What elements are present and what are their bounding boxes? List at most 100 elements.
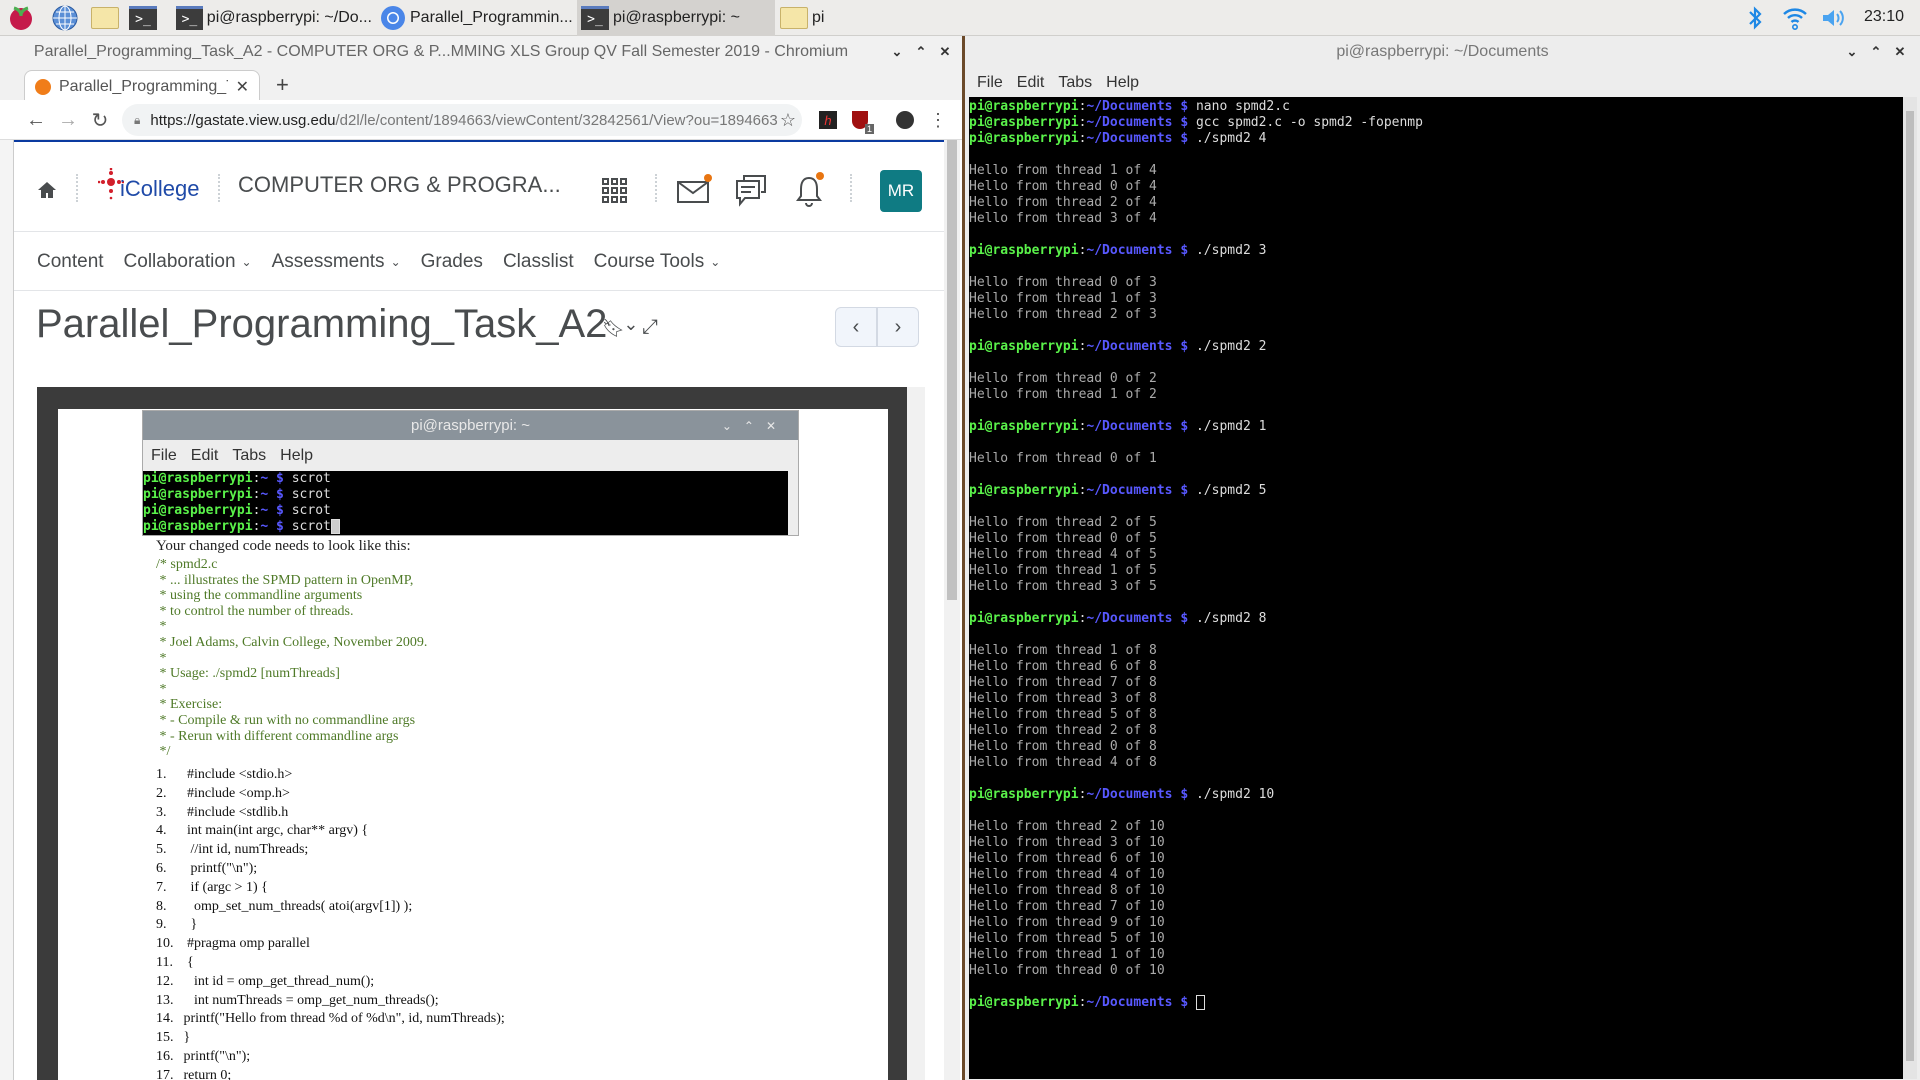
prompt-path: ~/Documents <box>1086 611 1173 626</box>
command-text: nano spmd2.c <box>1195 99 1290 114</box>
code-line: 4. int main(int argc, char** argv) { <box>156 823 368 839</box>
app-grid-icon[interactable] <box>600 176 630 206</box>
nav-assessments[interactable]: Assessments ⌄ <box>272 251 401 273</box>
command-text: scrot <box>291 471 331 486</box>
clock[interactable]: 23:10 <box>1864 8 1904 26</box>
line-number: 5. <box>156 842 167 858</box>
terminal-minimize-button[interactable]: ⌄ <box>1841 36 1863 68</box>
file-manager-launcher-icon[interactable] <box>90 3 120 33</box>
nav-grades[interactable]: Grades <box>421 251 483 273</box>
output-text: Hello from thread 3 of 8 <box>969 691 1157 706</box>
code-text: return 0; <box>180 1067 232 1080</box>
wifi-icon[interactable] <box>1780 3 1810 33</box>
terminal-scrollbar[interactable] <box>1903 97 1917 1079</box>
prompt-path: ~/Documents <box>1086 483 1173 498</box>
volume-icon[interactable] <box>1818 3 1848 33</box>
nav-content[interactable]: Content <box>37 251 104 273</box>
code-text: { <box>180 955 194 970</box>
terminal-output[interactable]: pi@raspberrypi:~/Documents $ nano spmd2.… <box>969 97 1903 1079</box>
prompt-user: pi@raspberrypi <box>969 787 1079 802</box>
output-text: Hello from thread 1 of 8 <box>969 643 1157 658</box>
nav-label: Assessments <box>271 250 385 272</box>
course-title[interactable]: COMPUTER ORG & PROGRA... <box>238 172 561 198</box>
close-button[interactable]: ✕ <box>934 36 956 68</box>
terminal-line: Hello from thread 0 of 4 <box>969 179 1903 195</box>
bluetooth-icon[interactable] <box>1740 3 1770 33</box>
task-chromium[interactable]: Parallel_Programmin... <box>376 0 574 36</box>
line-number: 16. <box>156 1049 174 1064</box>
text-cursor <box>1195 995 1205 1010</box>
extension-shield-icon[interactable]: 1 <box>846 106 874 134</box>
profile-icon[interactable] <box>891 106 919 134</box>
tab-strip: Parallel_Programming_Ta ✕ + <box>0 68 962 102</box>
minimize-button[interactable]: ⌄ <box>886 36 908 68</box>
nav-label: Course Tools <box>593 250 705 272</box>
window-title: Parallel_Programming_Task_A2 - COMPUTER … <box>0 36 962 68</box>
notifications-bell-icon[interactable] <box>794 172 824 208</box>
terminal-title: pi@raspberrypi: ~/Documents <box>1336 43 1549 60</box>
task-terminal-documents[interactable]: >_ pi@raspberrypi: ~/Do... <box>172 0 372 36</box>
menu-help[interactable]: Help <box>1106 74 1139 92</box>
bookmark-star-icon[interactable]: ☆ <box>774 106 802 134</box>
maximize-button[interactable]: ⌃ <box>910 36 932 68</box>
task-folder-pi[interactable]: pi <box>776 0 836 36</box>
nav-classlist[interactable]: Classlist <box>503 251 574 273</box>
viewer-scrollbar[interactable] <box>907 387 925 1080</box>
previous-topic-button[interactable]: ‹ <box>835 307 877 347</box>
browser-launcher-icon[interactable] <box>50 3 80 33</box>
page-scrollbar[interactable] <box>944 140 960 1080</box>
command-text: ./spmd2 1 <box>1195 419 1267 434</box>
menu-edit[interactable]: Edit <box>1017 74 1045 92</box>
terminal-line: pi@raspberrypi:~/Documents $ ./spmd2 2 <box>969 339 1903 355</box>
terminal-line: pi@raspberrypi:~ $ scrot <box>143 471 788 487</box>
terminal-line: Hello from thread 2 of 5 <box>969 515 1903 531</box>
task-terminal-home[interactable]: >_ pi@raspberrypi: ~ <box>577 0 775 36</box>
bookmark-icon[interactable]: 🔖︎ <box>602 318 625 339</box>
user-avatar[interactable]: MR <box>880 170 922 212</box>
terminal-maximize-button[interactable]: ⌃ <box>1865 36 1887 68</box>
terminal-launcher-icon[interactable]: >_ <box>128 3 158 33</box>
output-text: Hello from thread 0 of 10 <box>969 963 1165 978</box>
code-line: 16. printf("\n"); <box>156 1049 250 1065</box>
code-text: //int id, numThreads; <box>180 842 309 858</box>
menu-tabs[interactable]: Tabs <box>1058 74 1092 92</box>
terminal-line: Hello from thread 2 of 3 <box>969 307 1903 323</box>
menu-edit: Edit <box>190 446 219 464</box>
output-text: Hello from thread 0 of 5 <box>969 531 1157 546</box>
output-text: Hello from thread 6 of 8 <box>969 659 1157 674</box>
terminal-menu: File Edit Tabs Help <box>965 68 1139 98</box>
new-tab-button[interactable]: + <box>276 72 289 98</box>
extension-h-icon[interactable]: h <box>814 106 842 134</box>
terminal-line: Hello from thread 6 of 10 <box>969 851 1903 867</box>
terminal-line: Hello from thread 5 of 10 <box>969 931 1903 947</box>
menu-file[interactable]: File <box>977 74 1003 92</box>
raspberry-menu-icon[interactable] <box>6 3 36 33</box>
icollege-logo[interactable]: iCollege <box>98 168 200 202</box>
line-number: 4. <box>156 823 167 839</box>
discussions-icon[interactable] <box>734 174 768 208</box>
terminal-close-button[interactable]: ✕ <box>1889 36 1911 68</box>
fullscreen-icon[interactable]: ⤢ <box>642 316 658 339</box>
nav-course-tools[interactable]: Course Tools ⌄ <box>594 251 721 273</box>
menu-kebab-icon[interactable]: ⋮ <box>924 106 952 134</box>
tab-close-icon[interactable]: ✕ <box>236 77 259 97</box>
reload-button[interactable]: ↻ <box>86 106 114 134</box>
chevron-down-icon: ⌄ <box>390 254 401 269</box>
mail-icon[interactable] <box>676 174 712 206</box>
command-text: gcc spmd2.c -o spmd2 -fopenmp <box>1195 115 1423 130</box>
next-topic-button[interactable]: › <box>877 307 919 347</box>
terminal-line: pi@raspberrypi:~/Documents $ <box>969 995 1903 1011</box>
terminal-line: pi@raspberrypi:~/Documents $ ./spmd2 1 <box>969 419 1903 435</box>
nav-collaboration[interactable]: Collaboration ⌄ <box>124 251 252 273</box>
lock-icon: 🔒︎ <box>134 112 141 127</box>
forward-button[interactable]: → <box>54 106 82 134</box>
home-icon[interactable] <box>34 178 60 202</box>
tab-parallel-programming[interactable]: Parallel_Programming_Ta ✕ <box>24 70 260 102</box>
address-bar[interactable]: 🔒︎ https://gastate.view.usg.edu/d2l/le/c… <box>122 104 802 136</box>
logo-text: iCollege <box>120 176 200 201</box>
back-button[interactable]: ← <box>22 106 50 134</box>
prompt-dollar: $ <box>268 487 292 502</box>
terminal-line: Hello from thread 2 of 4 <box>969 195 1903 211</box>
title-chevron-down-icon[interactable]: ⌄ <box>623 314 638 335</box>
